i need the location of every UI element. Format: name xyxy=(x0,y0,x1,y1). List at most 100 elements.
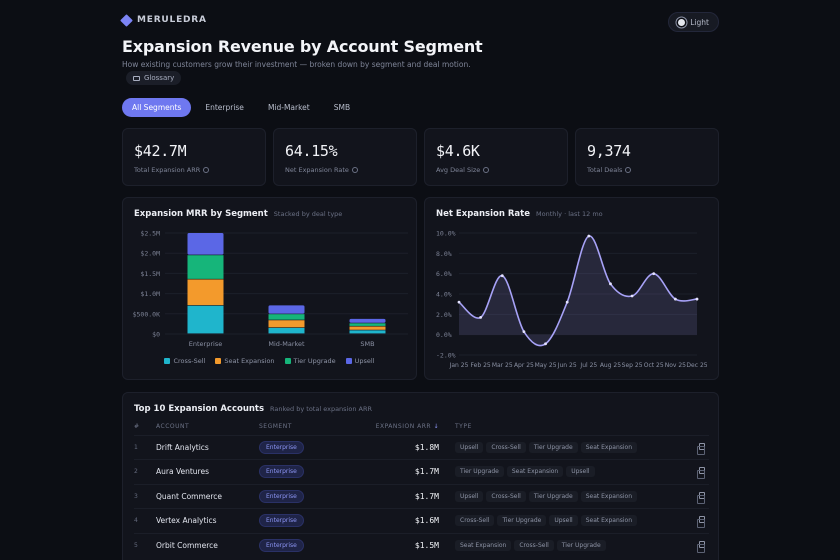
area-fill xyxy=(459,235,697,346)
type-chip: Tier Upgrade xyxy=(455,466,504,478)
kpi-value: 9,374 xyxy=(587,142,631,160)
legend-swatch xyxy=(284,358,291,364)
table-title: Top 10 Expansion Accounts xyxy=(134,404,265,414)
data-point xyxy=(565,300,569,304)
table-row[interactable]: 4 Vertex Analytics Enterprise $1.6M Cross-Se… xyxy=(134,508,709,533)
table-row[interactable]: 5 Orbit Commerce Enterprise $1.5M Seat Expan… xyxy=(134,532,709,558)
sun-icon xyxy=(678,18,686,26)
x-tick-label: Apr 25 xyxy=(514,362,534,369)
x-tick-label: SMB xyxy=(360,340,374,348)
legend-item[interactable]: Cross-Sell xyxy=(164,357,205,365)
x-tick-label: Sep 25 xyxy=(622,362,643,369)
x-tick-label: Jun 25 xyxy=(557,362,577,369)
data-point xyxy=(652,272,656,276)
copy-icon[interactable] xyxy=(697,541,705,553)
table-row[interactable]: 2 Aura Ventures Enterprise $1.7M Tier Upgrad… xyxy=(134,459,709,484)
kpi-card-avg-deal-size: $4.6K Avg Deal Size xyxy=(424,128,568,186)
copy-icon[interactable] xyxy=(697,516,705,529)
kpi-label: Total Expansion ARR xyxy=(134,166,201,174)
bar-segment xyxy=(349,330,386,334)
info-icon[interactable] xyxy=(625,167,632,173)
account-cell: Aura Ventures xyxy=(156,459,259,484)
tab-all-segments[interactable]: All Segments xyxy=(122,98,192,117)
column-header-expansion-arr[interactable]: EXPANSION ARR ↓ xyxy=(339,419,439,435)
segment-badge: Enterprise xyxy=(259,539,304,552)
bar-segment xyxy=(268,320,305,328)
chart-legend: Cross-Sell Seat Expansion Tier Upgrade U… xyxy=(123,357,416,365)
legend-swatch xyxy=(215,358,222,364)
segment-tabs: All Segments Enterprise Mid-Market SMB xyxy=(122,98,360,117)
legend-label: Seat Expansion xyxy=(224,357,275,365)
data-point xyxy=(522,330,526,334)
legend-item[interactable]: Tier Upgrade xyxy=(284,357,336,365)
info-icon[interactable] xyxy=(483,167,490,173)
rank-cell: 2 xyxy=(134,459,156,484)
type-chip: Cross-Sell xyxy=(486,490,526,502)
type-chip: Cross-Sell xyxy=(486,441,526,453)
copy-icon[interactable] xyxy=(697,442,705,455)
kpi-label: Avg Deal Size xyxy=(436,166,481,174)
bar-segment xyxy=(187,233,224,255)
rank-cell: 5 xyxy=(134,532,156,558)
column-header-type[interactable]: TYPE xyxy=(439,419,689,435)
segment-badge: Enterprise xyxy=(259,514,304,528)
info-icon[interactable] xyxy=(351,167,358,173)
table-row[interactable]: 3 Quant Commerce Enterprise $1.7M Upsell Cros… xyxy=(134,483,709,509)
book-icon xyxy=(133,75,140,81)
brand[interactable]: MERULEDRA xyxy=(120,13,207,27)
y-tick-label: 6.0% xyxy=(436,270,452,278)
type-cell: Cross-Sell Tier Upgrade Upsell Seat Expansi… xyxy=(439,508,689,533)
expansion-arr-cell: $1.8M xyxy=(339,434,439,460)
info-icon[interactable] xyxy=(203,167,210,173)
copy-icon[interactable] xyxy=(697,491,705,504)
bar-segment xyxy=(268,327,305,334)
legend-item[interactable]: Upsell xyxy=(345,357,375,365)
x-tick-label: May 25 xyxy=(535,362,557,369)
theme-toggle-button[interactable]: Light xyxy=(668,12,719,32)
brand-name: MERULEDRA xyxy=(137,15,207,25)
expansion-arr-cell: $1.6M xyxy=(339,508,439,533)
account-cell: Orbit Commerce xyxy=(156,532,259,558)
line-chart-card: Net Expansion Rate Monthly · last 12 mo … xyxy=(424,197,719,380)
expansion-arr-cell: $1.7M xyxy=(339,483,439,509)
x-tick-label: Oct 25 xyxy=(644,362,664,369)
y-tick-label: $2.0M xyxy=(140,250,160,258)
data-point xyxy=(587,234,591,238)
glossary-button[interactable]: Glossary xyxy=(126,71,182,85)
expansion-arr-cell: $1.5M xyxy=(339,532,439,558)
data-point xyxy=(673,297,677,301)
bar-chart: $0 $500.0K $1.0M $1.5M $2.0M $2.5M Enterprise M… xyxy=(133,230,408,348)
y-tick-label: $1.0M xyxy=(140,290,160,298)
tab-smb[interactable]: SMB xyxy=(324,98,360,117)
tab-mid-market[interactable]: Mid-Market xyxy=(258,98,320,117)
y-tick-label: 0.0% xyxy=(436,331,452,339)
data-point xyxy=(630,294,634,298)
data-point xyxy=(479,315,483,319)
legend-item[interactable]: Seat Expansion xyxy=(215,357,275,365)
y-tick-label: 10.0% xyxy=(436,230,456,238)
table-row[interactable]: 1 Drift Analytics Enterprise $1.8M Upsell Cro… xyxy=(134,434,709,460)
column-header-segment[interactable]: SEGMENT xyxy=(259,419,339,435)
type-cell: Seat Expansion Cross-Sell Tier Upgrade xyxy=(439,532,689,558)
type-chip: Seat Expansion xyxy=(506,466,564,478)
x-tick-label: Feb 25 xyxy=(471,362,491,369)
copy-icon[interactable] xyxy=(697,467,705,480)
bar-segment xyxy=(349,326,386,330)
kpi-label: Total Deals xyxy=(587,166,623,174)
kpi-label: Net Expansion Rate xyxy=(285,166,349,174)
logo-icon xyxy=(120,13,133,27)
x-tick-label: Mar 25 xyxy=(492,362,513,369)
segment-badge: Enterprise xyxy=(259,440,304,454)
data-point xyxy=(609,282,612,286)
bar-segment xyxy=(268,305,305,314)
x-tick-label: Jul 25 xyxy=(579,362,597,369)
segment-cell: Enterprise xyxy=(259,508,339,533)
type-chip: Upsell xyxy=(455,441,484,453)
table-subtitle: Ranked by total expansion ARR xyxy=(270,405,373,413)
tab-enterprise[interactable]: Enterprise xyxy=(195,98,254,117)
y-tick-label: 4.0% xyxy=(436,291,452,299)
kpi-card-total-arr: $42.7M Total Expansion ARR xyxy=(122,128,266,186)
bar-segment xyxy=(187,305,224,334)
column-header-account[interactable]: ACCOUNT xyxy=(156,419,259,435)
type-chip: Tier Upgrade xyxy=(497,515,547,527)
